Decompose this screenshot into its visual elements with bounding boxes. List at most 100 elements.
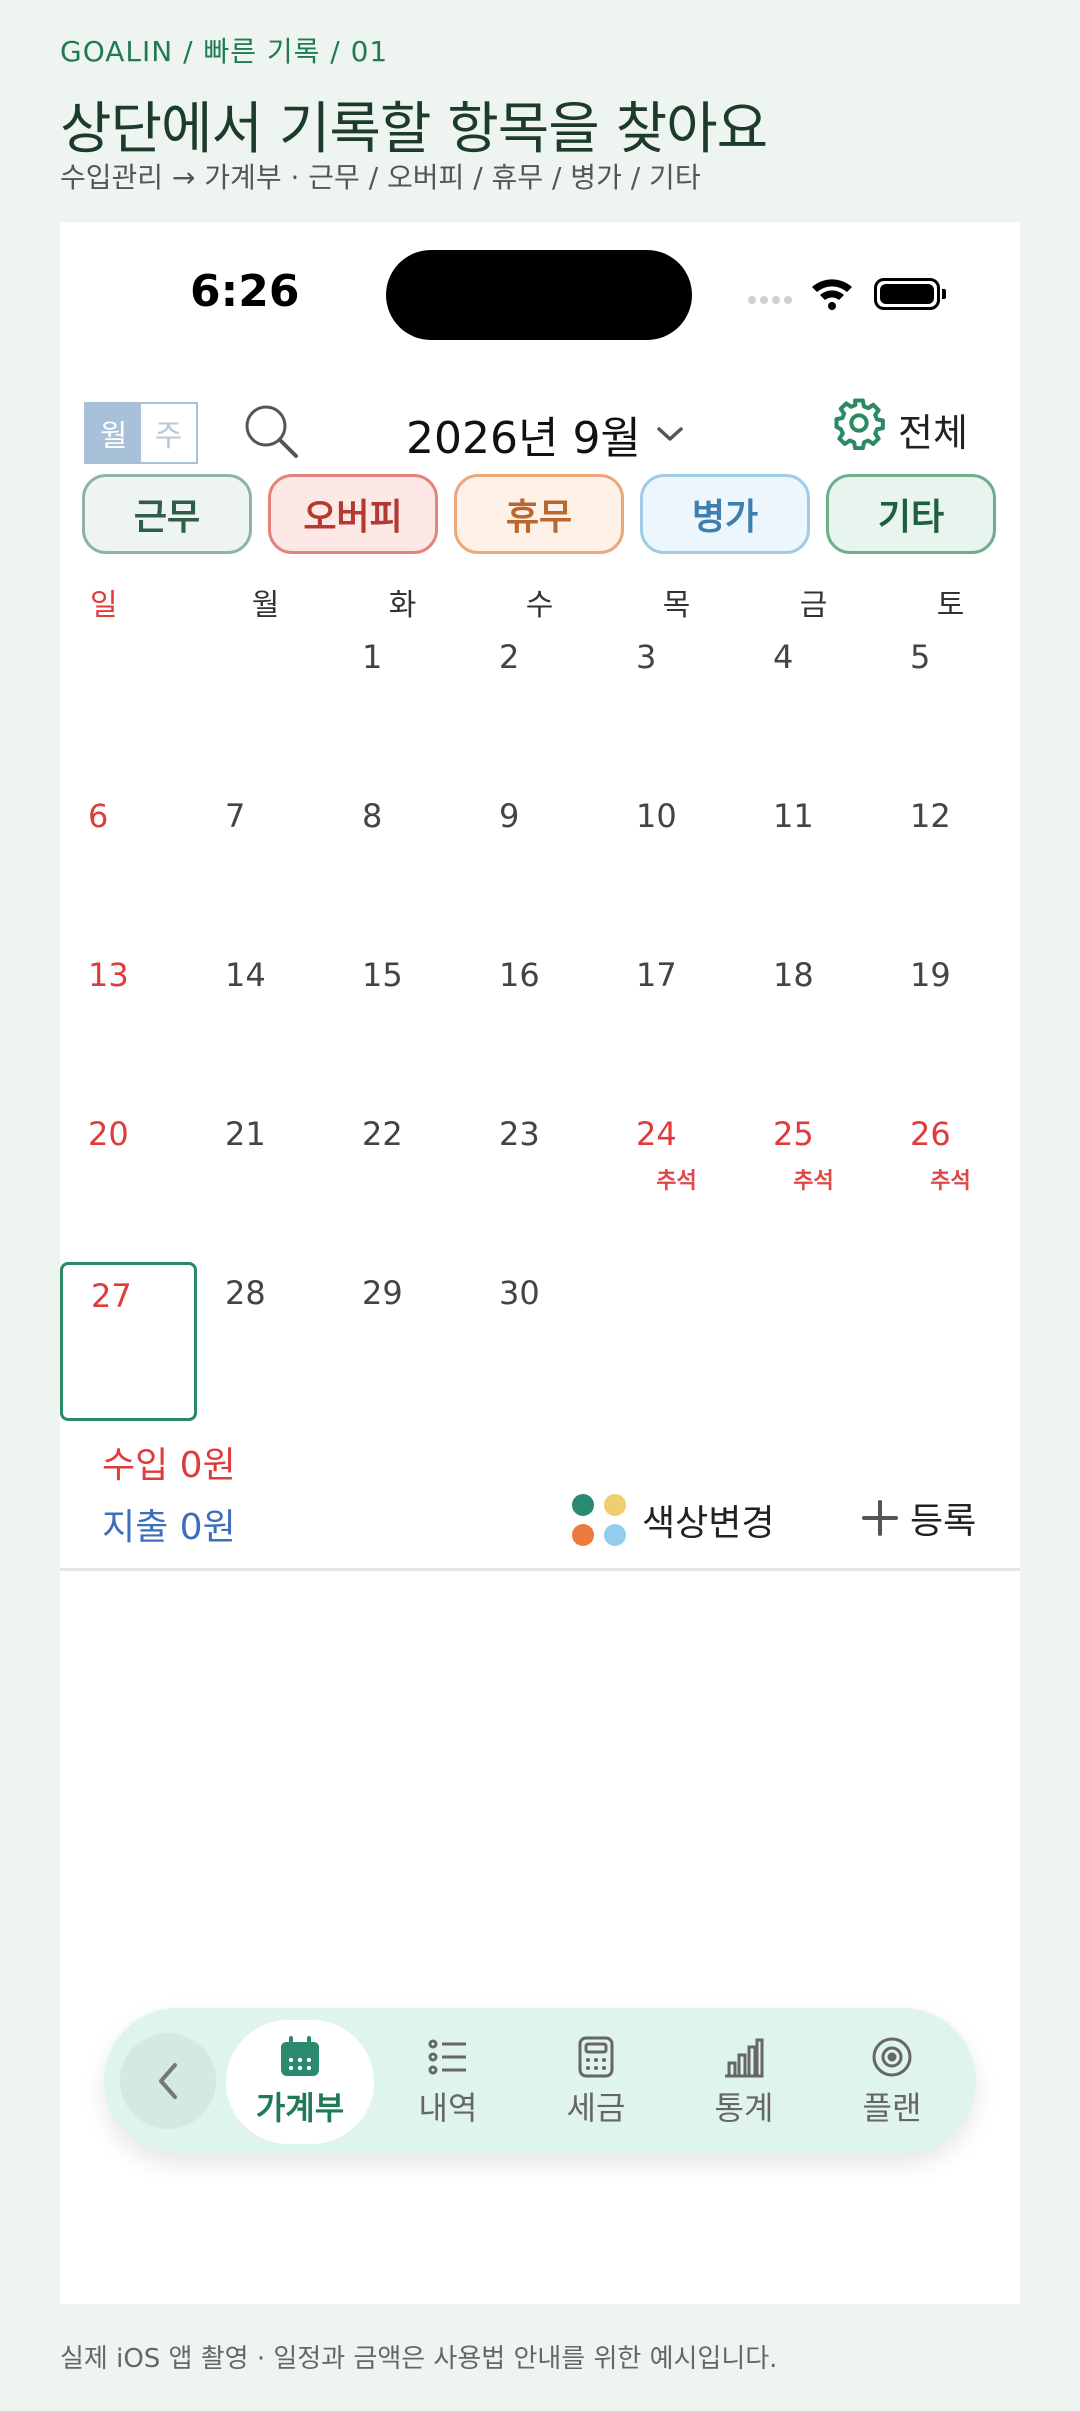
day-number: 21 bbox=[225, 1115, 266, 1153]
holiday-label: 추석 bbox=[930, 1169, 971, 1194]
holiday-label: 추석 bbox=[793, 1169, 834, 1194]
day-number: 30 bbox=[499, 1274, 540, 1312]
calendar-day[interactable]: 19 bbox=[882, 944, 1019, 1103]
day-number: 14 bbox=[225, 956, 266, 994]
day-number: 11 bbox=[773, 797, 814, 835]
day-number: 9 bbox=[499, 797, 520, 835]
phone-screenshot: 6:26 월 주 2026년 9월 전체 근무 오버피 휴무 병가 기타 일월화수목금토… bbox=[60, 222, 1020, 2304]
nav-tab-label: 세금 bbox=[566, 2089, 626, 2127]
day-number: 19 bbox=[910, 956, 951, 994]
day-number: 12 bbox=[910, 797, 951, 835]
day-number: 6 bbox=[88, 797, 109, 835]
category-chip[interactable]: 병가 bbox=[640, 474, 810, 554]
month-selector[interactable]: 2026년 9월 bbox=[406, 402, 685, 466]
day-number: 23 bbox=[499, 1115, 540, 1153]
calendar-day[interactable]: 29 bbox=[334, 1262, 471, 1421]
calendar-day[interactable]: 3 bbox=[608, 626, 745, 785]
calendar-day[interactable]: 10 bbox=[608, 785, 745, 944]
nav-tab[interactable]: 가계부 bbox=[226, 2020, 374, 2144]
calendar-day[interactable]: 13 bbox=[60, 944, 197, 1103]
calendar-day[interactable]: 28 bbox=[197, 1262, 334, 1421]
list-icon bbox=[426, 2035, 470, 2079]
calendar-day[interactable]: 23 bbox=[471, 1103, 608, 1262]
view-toggle[interactable]: 월 주 bbox=[84, 402, 198, 464]
weekday-label: 화 bbox=[388, 588, 417, 623]
calendar-day[interactable]: 1 bbox=[334, 626, 471, 785]
calendar-day[interactable]: 6 bbox=[60, 785, 197, 944]
calendar-day[interactable]: 2 bbox=[471, 626, 608, 785]
palette-icon bbox=[572, 1492, 628, 1548]
gear-icon[interactable] bbox=[832, 396, 886, 450]
calendar-day[interactable]: 17 bbox=[608, 944, 745, 1103]
day-number: 20 bbox=[88, 1115, 129, 1153]
color-change-label: 색상변경 bbox=[642, 1503, 775, 1544]
nav-tab[interactable]: 통계 bbox=[670, 2020, 818, 2144]
calendar-day[interactable]: 12 bbox=[882, 785, 1019, 944]
category-chip[interactable]: 오버피 bbox=[268, 474, 438, 554]
calendar-day[interactable]: 7 bbox=[197, 785, 334, 944]
calendar-day[interactable]: 24 추석 bbox=[608, 1103, 745, 1262]
calendar-day[interactable]: 26 추석 bbox=[882, 1103, 1019, 1262]
day-number: 13 bbox=[88, 956, 129, 994]
nav-tab-label: 통계 bbox=[714, 2089, 774, 2127]
weekday-label: 일 bbox=[90, 588, 118, 623]
calendar-day[interactable]: 15 bbox=[334, 944, 471, 1103]
calendar-icon bbox=[278, 2035, 322, 2079]
expense-total: 지출 0원 bbox=[102, 1507, 236, 1548]
calendar-day[interactable]: 25 추석 bbox=[745, 1103, 882, 1262]
day-number: 18 bbox=[773, 956, 814, 994]
category-chip[interactable]: 휴무 bbox=[454, 474, 624, 554]
day-number: 16 bbox=[499, 956, 540, 994]
day-number: 25 bbox=[773, 1115, 814, 1153]
plus-icon bbox=[862, 1500, 898, 1536]
calendar-day[interactable]: 4 bbox=[745, 626, 882, 785]
footer-note: 실제 iOS 앱 촬영 · 일정과 금액은 사용법 안내를 위한 예시입니다. bbox=[60, 2344, 778, 2374]
wifi-icon bbox=[812, 279, 852, 310]
weekday-label: 수 bbox=[525, 588, 554, 623]
day-number: 7 bbox=[225, 797, 246, 835]
calendar-day[interactable]: 11 bbox=[745, 785, 882, 944]
color-change-button[interactable]: 색상변경 bbox=[572, 1492, 774, 1548]
calendar-day[interactable]: 20 bbox=[60, 1103, 197, 1262]
category-chip[interactable]: 기타 bbox=[826, 474, 996, 554]
day-number: 5 bbox=[910, 638, 931, 676]
cellular-signal-icon bbox=[748, 296, 792, 304]
day-number: 27 bbox=[91, 1277, 132, 1315]
calendar-day[interactable]: 21 bbox=[197, 1103, 334, 1262]
calendar-day[interactable]: 5 bbox=[882, 626, 1019, 785]
weekday-label: 목 bbox=[662, 588, 691, 623]
day-number: 29 bbox=[362, 1274, 403, 1312]
nav-tab[interactable]: 세금 bbox=[522, 2020, 670, 2144]
day-number: 24 bbox=[636, 1115, 677, 1153]
calendar-day[interactable]: 18 bbox=[745, 944, 882, 1103]
category-chip[interactable]: 근무 bbox=[82, 474, 252, 554]
calendar-day[interactable]: 9 bbox=[471, 785, 608, 944]
view-week-button[interactable]: 주 bbox=[141, 404, 196, 462]
calendar-day-today[interactable]: 27 bbox=[60, 1262, 197, 1421]
register-button[interactable]: 등록 bbox=[860, 1492, 976, 1544]
day-number: 17 bbox=[636, 956, 677, 994]
day-number: 26 bbox=[910, 1115, 951, 1153]
calendar-day[interactable]: 16 bbox=[471, 944, 608, 1103]
calendar-day[interactable]: 8 bbox=[334, 785, 471, 944]
day-number: 4 bbox=[773, 638, 794, 676]
nav-tab[interactable]: 플랜 bbox=[818, 2020, 966, 2144]
calendar-day[interactable]: 30 bbox=[471, 1262, 608, 1421]
day-number: 10 bbox=[636, 797, 677, 835]
day-number: 22 bbox=[362, 1115, 403, 1153]
calendar-day[interactable]: 14 bbox=[197, 944, 334, 1103]
status-time: 6:26 bbox=[190, 266, 300, 317]
register-label: 등록 bbox=[910, 1501, 977, 1542]
weekday-label: 금 bbox=[799, 588, 828, 623]
income-total: 수입 0원 bbox=[102, 1445, 236, 1486]
view-month-button[interactable]: 월 bbox=[86, 404, 141, 462]
dynamic-island bbox=[386, 250, 692, 340]
calendar-day[interactable]: 22 bbox=[334, 1103, 471, 1262]
day-number: 3 bbox=[636, 638, 657, 676]
all-filter-label[interactable]: 전체 bbox=[898, 402, 968, 457]
nav-tab[interactable]: 내역 bbox=[374, 2020, 522, 2144]
search-icon[interactable] bbox=[242, 402, 302, 462]
back-button[interactable] bbox=[120, 2033, 216, 2129]
nav-tab-label: 내역 bbox=[418, 2089, 478, 2127]
nav-tab-label: 플랜 bbox=[862, 2089, 922, 2127]
